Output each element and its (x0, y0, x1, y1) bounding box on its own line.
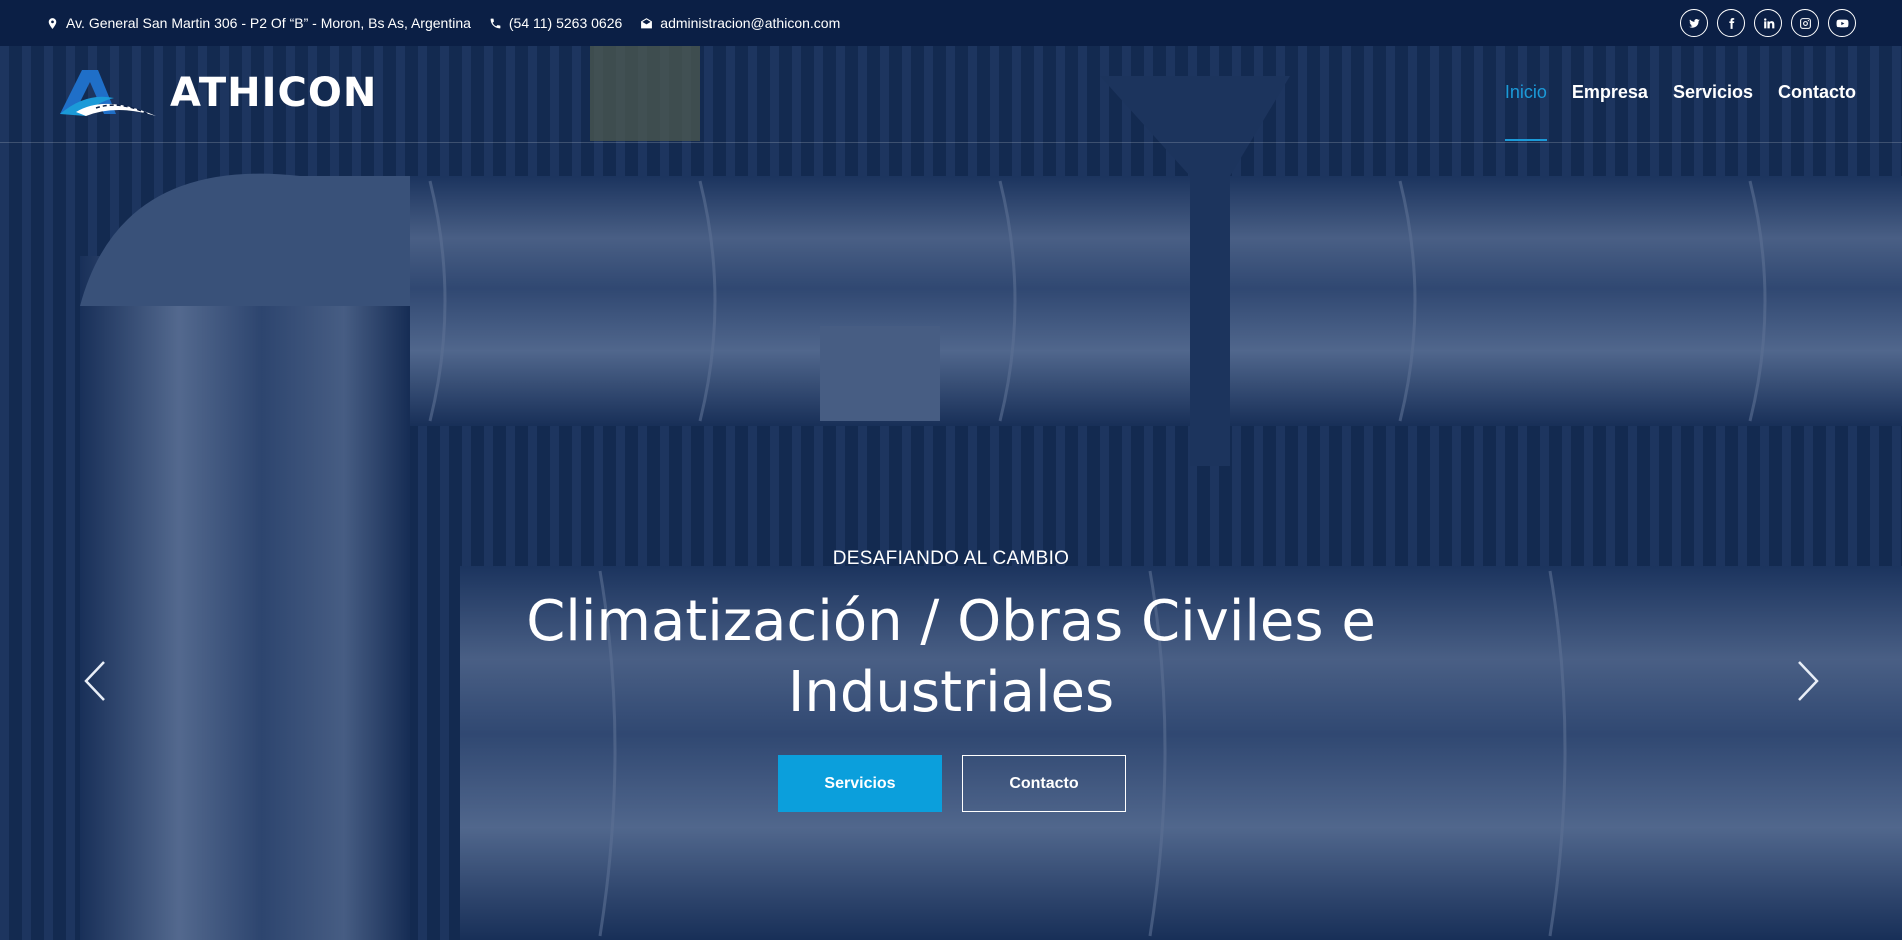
slide-title: Climatización / Obras Civiles e Industri… (451, 586, 1451, 728)
slider-prev-arrow[interactable] (83, 660, 107, 702)
nav-item-servicios[interactable]: Servicios (1673, 82, 1753, 141)
nav-item-contacto[interactable]: Contacto (1778, 82, 1856, 141)
envelope-open-icon (641, 17, 653, 28)
phone-text[interactable]: (54 11) 5263 0626 (509, 15, 622, 31)
phone-item[interactable]: (54 11) 5263 0626 (489, 15, 622, 31)
brand-name: ATHICON (170, 70, 378, 116)
hero-slider (0, 46, 1902, 940)
phone-icon (490, 18, 501, 28)
email-text[interactable]: administracion@athicon.com (660, 15, 840, 31)
nav-item-empresa[interactable]: Empresa (1572, 82, 1648, 141)
top-bar: Av. General San Martin 306 - P2 Of “B” -… (0, 0, 1902, 46)
facebook-icon[interactable] (1717, 9, 1745, 37)
contacto-button[interactable]: Contacto (962, 755, 1126, 812)
slider-next-arrow[interactable] (1796, 660, 1820, 702)
map-pin-icon (48, 17, 57, 29)
brand-logo[interactable]: ATHICON (56, 68, 377, 118)
servicios-button[interactable]: Servicios (778, 755, 942, 812)
chevron-left-icon (84, 661, 105, 701)
logo-mark-icon (60, 70, 156, 116)
nav-item-inicio[interactable]: Inicio (1504, 82, 1547, 141)
address-item: Av. General San Martin 306 - P2 Of “B” -… (46, 15, 471, 31)
youtube-icon[interactable] (1828, 9, 1856, 37)
address-text: Av. General San Martin 306 - P2 Of “B” -… (66, 15, 471, 31)
slide-title-line-2: Industriales (787, 660, 1115, 725)
instagram-icon[interactable] (1791, 9, 1819, 37)
social-links (1680, 9, 1856, 37)
site-header: ATHICON Inicio Empresa Servicios Contact… (0, 46, 1902, 143)
chevron-right-icon (1798, 661, 1819, 701)
linkedin-icon[interactable] (1754, 9, 1782, 37)
twitter-icon[interactable] (1680, 9, 1708, 37)
email-item[interactable]: administracion@athicon.com (640, 15, 840, 31)
main-nav: Inicio Empresa Servicios Contacto (1504, 82, 1856, 141)
slide-title-line-1: Climatización / Obras Civiles e (526, 589, 1376, 654)
hero-overlay (0, 46, 1902, 940)
slide-subtitle: DESAFIANDO AL CAMBIO (832, 548, 1070, 569)
